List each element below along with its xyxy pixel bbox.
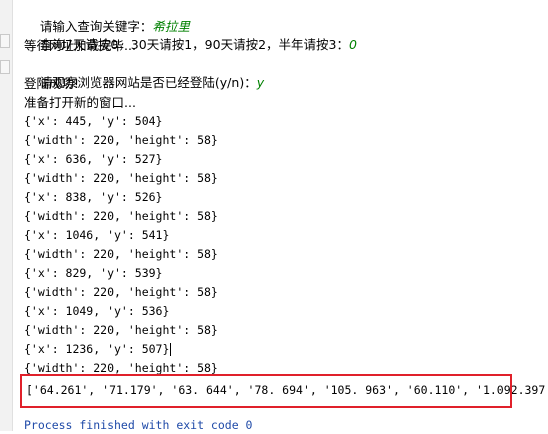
output-line: {'width': 220, 'height': 58} [24,171,218,185]
gutter-scroll-button[interactable] [0,60,10,74]
console-line-waiting: 等待网址加载完毕... [24,38,136,53]
output-line: {'width': 220, 'height': 58} [24,285,218,299]
output-line-text: {'x': 1236, 'y': 507} [24,342,170,356]
run-console-output[interactable]: 请输入查询关键字：希拉里 查询7天请按0，30天请按1，90天请按2，半年请按3… [24,0,548,432]
output-line: {'x': 838, 'y': 526} [24,190,163,204]
console-gutter [0,0,13,431]
output-line: {'x': 445, 'y': 504} [24,114,163,128]
text-caret [170,343,172,356]
output-line: {'x': 1049, 'y': 536} [24,304,170,318]
output-line: {'width': 220, 'height': 58} [24,247,218,261]
output-line: {'width': 220, 'height': 58} [24,209,218,223]
login-input-text: y [256,75,265,90]
query-input-text: 0 [348,37,357,52]
output-line: {'x': 1236, 'y': 507} [24,340,172,358]
console-line-login-success: 登陆成功! [24,76,80,91]
red-highlight-box [20,374,512,408]
output-line: {'x': 829, 'y': 539} [24,266,163,280]
console-line-query-prompt: 查询7天请按0，30天请按1，90天请按2，半年请按3：0 [24,18,357,52]
gutter-toggle-button[interactable] [0,34,10,48]
output-line: {'x': 636, 'y': 527} [24,152,163,166]
console-line-login-prompt: 请观察浏览器网站是否已经登陆(y/n)：y [24,56,264,90]
output-line: {'x': 1046, 'y': 541} [24,228,170,242]
console-line-keyword-prompt: 请输入查询关键字：希拉里 [24,0,190,34]
console-line-prepare-window: 准备打开新的窗口... [24,95,136,110]
output-line: {'width': 220, 'height': 58} [24,133,218,147]
process-finished-line: Process finished with exit code 0 [24,418,253,432]
output-line: {'width': 220, 'height': 58} [24,323,218,337]
